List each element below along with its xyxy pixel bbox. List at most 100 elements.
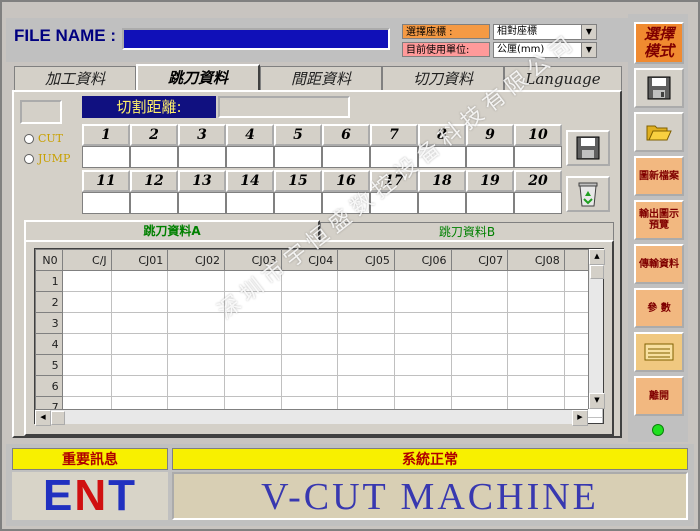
scroll-left-icon[interactable]: ◀ xyxy=(35,410,51,426)
horizontal-scrollbar[interactable]: ◀ ▶ xyxy=(35,409,588,426)
table-cell[interactable] xyxy=(167,333,225,355)
table-cell[interactable] xyxy=(507,291,565,313)
table-cell[interactable] xyxy=(507,270,565,292)
save-jump-button[interactable] xyxy=(566,130,610,166)
table-cell[interactable] xyxy=(167,312,225,334)
table-cell[interactable] xyxy=(223,333,282,355)
scroll-thumb[interactable] xyxy=(590,265,604,279)
vertical-scrollbar[interactable]: ▲ ▼ xyxy=(588,249,605,409)
select-mode-button[interactable]: 選擇模式 xyxy=(634,22,684,64)
table-cell[interactable] xyxy=(393,375,452,397)
subtab-jump-b[interactable]: 跳刀資料B xyxy=(320,222,614,240)
column-header[interactable]: CJ04 xyxy=(280,249,339,271)
column-header[interactable]: CJ06 xyxy=(393,249,452,271)
table-cell[interactable] xyxy=(280,333,339,355)
table-cell[interactable] xyxy=(280,375,339,397)
column-header[interactable]: CJ07 xyxy=(450,249,509,271)
table-cell[interactable] xyxy=(61,312,112,334)
column-header[interactable]: CJ08 xyxy=(507,249,565,271)
scroll-up-icon[interactable]: ▲ xyxy=(589,249,605,265)
column-header[interactable]: N0 xyxy=(35,249,63,271)
table-cell[interactable] xyxy=(337,333,395,355)
table-cell[interactable] xyxy=(223,375,282,397)
cell-value-input[interactable] xyxy=(418,192,466,214)
table-cell[interactable] xyxy=(507,354,565,376)
scroll-down-icon[interactable]: ▼ xyxy=(589,393,605,409)
cell-value-input[interactable] xyxy=(514,192,562,214)
table-cell[interactable] xyxy=(223,354,282,376)
tab-jump-data[interactable]: 跳刀資料 xyxy=(136,64,260,92)
table-cell[interactable] xyxy=(280,270,339,292)
file-name-field[interactable] xyxy=(122,28,390,50)
table-cell[interactable] xyxy=(450,312,509,334)
jump-data-grid[interactable]: N0 C/J CJ01 CJ02 CJ03 CJ04 CJ05 CJ06 CJ07 CJ08 1 2 3… xyxy=(34,248,604,424)
table-cell[interactable] xyxy=(61,291,112,313)
open-button[interactable] xyxy=(634,112,684,152)
refresh-file-button[interactable]: 圖新檔案 xyxy=(634,156,684,196)
tab-spacing-data[interactable]: 間距資料 xyxy=(260,66,382,90)
table-cell[interactable] xyxy=(110,333,169,355)
transfer-data-button[interactable]: 傳輸資料 xyxy=(634,244,684,284)
cell-value-input[interactable] xyxy=(226,192,274,214)
keyboard-button[interactable] xyxy=(634,332,684,372)
table-cell[interactable] xyxy=(337,354,395,376)
table-cell[interactable] xyxy=(507,312,565,334)
table-cell[interactable] xyxy=(280,312,339,334)
cell-value-input[interactable] xyxy=(178,192,226,214)
cell-value-input[interactable] xyxy=(466,146,514,168)
table-cell[interactable] xyxy=(110,375,169,397)
tab-processing-data[interactable]: 加工資料 xyxy=(14,66,136,90)
table-cell[interactable] xyxy=(450,291,509,313)
cell-value-input[interactable] xyxy=(370,146,418,168)
column-header[interactable]: CJ02 xyxy=(167,249,225,271)
table-cell[interactable] xyxy=(223,312,282,334)
cell-value-input[interactable] xyxy=(178,146,226,168)
table-cell[interactable] xyxy=(61,270,112,292)
tab-language[interactable]: Language xyxy=(504,66,622,90)
table-cell[interactable] xyxy=(337,312,395,334)
table-cell[interactable] xyxy=(61,375,112,397)
table-cell[interactable] xyxy=(280,291,339,313)
tab-cutter-data[interactable]: 切刀資料 xyxy=(382,66,504,90)
table-cell[interactable] xyxy=(393,291,452,313)
table-cell[interactable] xyxy=(167,375,225,397)
table-cell[interactable] xyxy=(507,333,565,355)
cut-distance-input[interactable] xyxy=(218,96,350,118)
radio-jump[interactable]: JUMP xyxy=(24,152,70,165)
table-cell[interactable] xyxy=(337,375,395,397)
cell-value-input[interactable] xyxy=(274,146,322,168)
table-cell[interactable] xyxy=(110,270,169,292)
recycle-button[interactable] xyxy=(566,176,610,212)
table-cell[interactable] xyxy=(393,312,452,334)
chevron-down-icon[interactable]: ▼ xyxy=(581,43,596,57)
table-cell[interactable] xyxy=(450,270,509,292)
cell-value-input[interactable] xyxy=(82,146,130,168)
exit-button[interactable]: 離開 xyxy=(634,376,684,416)
table-cell[interactable] xyxy=(61,333,112,355)
table-cell[interactable] xyxy=(167,354,225,376)
unit-select[interactable]: 公厘(mm) ▼ xyxy=(493,42,597,58)
cell-value-input[interactable] xyxy=(418,146,466,168)
subtab-jump-a[interactable]: 跳刀資料A xyxy=(24,220,320,240)
column-header[interactable]: CJ05 xyxy=(337,249,395,271)
table-cell[interactable] xyxy=(223,270,282,292)
save-button[interactable] xyxy=(634,68,684,108)
export-preview-button[interactable]: 輸出圖示預覽 xyxy=(634,200,684,240)
table-cell[interactable] xyxy=(110,354,169,376)
table-cell[interactable] xyxy=(280,354,339,376)
radio-cut[interactable]: CUT xyxy=(24,132,63,145)
cell-value-input[interactable] xyxy=(370,192,418,214)
cell-value-input[interactable] xyxy=(130,192,178,214)
table-cell[interactable] xyxy=(450,333,509,355)
table-cell[interactable] xyxy=(337,270,395,292)
cell-value-input[interactable] xyxy=(514,146,562,168)
table-cell[interactable] xyxy=(167,270,225,292)
column-header[interactable]: C/J xyxy=(61,249,112,271)
column-header[interactable]: CJ03 xyxy=(223,249,282,271)
cell-value-input[interactable] xyxy=(274,192,322,214)
cell-value-input[interactable] xyxy=(82,192,130,214)
table-cell[interactable] xyxy=(393,270,452,292)
table-cell[interactable] xyxy=(450,375,509,397)
table-cell[interactable] xyxy=(337,291,395,313)
table-cell[interactable] xyxy=(61,354,112,376)
